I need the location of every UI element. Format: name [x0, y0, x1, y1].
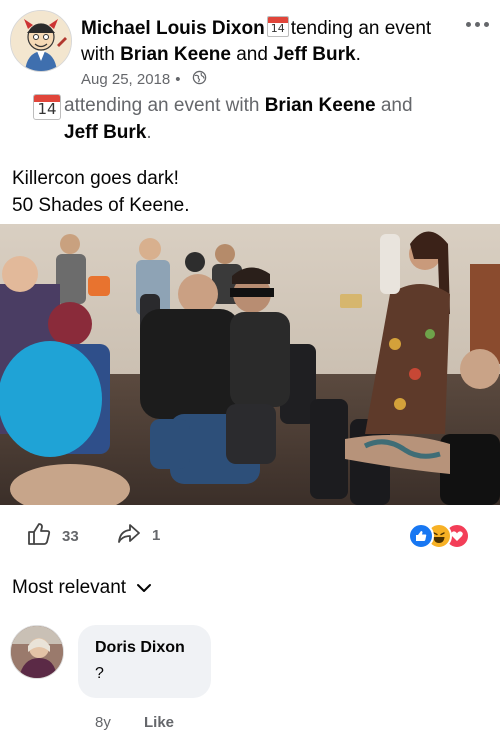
- meta-separator: •: [175, 71, 181, 88]
- event-period: .: [146, 122, 152, 143]
- header-and: and: [236, 44, 268, 65]
- comment-like-button[interactable]: Like: [144, 714, 174, 731]
- commenter-photo: [11, 626, 63, 678]
- commenter-name[interactable]: Doris Dixon: [95, 639, 185, 657]
- event-action: attending an event with: [64, 95, 260, 116]
- share-count: 1: [152, 527, 161, 544]
- event-and: and: [380, 95, 413, 116]
- post-meta: Aug 25, 2018 •: [81, 70, 207, 89]
- like-count: 33: [62, 528, 79, 545]
- share-icon: [116, 521, 142, 550]
- reactions-bar: 33 1: [0, 515, 500, 551]
- header-with: with: [81, 44, 115, 65]
- reaction-summary[interactable]: [408, 523, 470, 549]
- post-photo[interactable]: [0, 224, 500, 505]
- author-avatar[interactable]: [10, 10, 72, 72]
- author-name[interactable]: Michael Louis Dixon: [81, 18, 265, 39]
- dot-icon: [465, 21, 471, 27]
- comment-sort-dropdown[interactable]: Most relevant: [12, 577, 152, 599]
- header-period: .: [355, 44, 361, 65]
- caption-line: 50 Shades of Keene.: [12, 195, 190, 216]
- post-header-text: Michael Louis Dixon 14 tending an event wi…: [81, 16, 451, 68]
- post-date[interactable]: Aug 25, 2018: [81, 71, 170, 88]
- event-person-link[interactable]: Brian Keene: [265, 95, 376, 116]
- like-reaction-icon: [408, 523, 434, 549]
- commenter-avatar[interactable]: [10, 625, 64, 679]
- globe-icon: [192, 70, 207, 89]
- event-person-link[interactable]: Jeff Burk: [64, 122, 146, 143]
- caption-line: Killercon goes dark!: [12, 168, 179, 189]
- calendar-icon: 14: [266, 16, 289, 37]
- post-caption: Killercon goes dark! 50 Shades of Keene.: [12, 165, 189, 219]
- chevron-down-icon: [136, 577, 152, 599]
- more-options-button[interactable]: [462, 14, 492, 34]
- dot-icon: [483, 21, 489, 27]
- comment-text: ?: [95, 665, 104, 682]
- thumbs-up-icon: [26, 521, 52, 552]
- tagged-person-link[interactable]: Jeff Burk: [273, 44, 355, 65]
- post-header: Michael Louis Dixon 14 tending an event wi…: [0, 0, 500, 90]
- dot-icon: [474, 21, 480, 27]
- calendar-icon-large: 14: [33, 94, 61, 120]
- sort-label: Most relevant: [12, 577, 127, 598]
- tagged-person-link[interactable]: Brian Keene: [120, 44, 231, 65]
- comment-timestamp[interactable]: 8y: [95, 714, 111, 731]
- author-avatar-illustration: [11, 11, 71, 71]
- header-action: tending an event: [290, 18, 432, 39]
- comment-bubble[interactable]: Doris Dixon ?: [78, 625, 211, 698]
- like-button[interactable]: 33: [26, 521, 79, 552]
- event-photo-illustration: [0, 224, 500, 505]
- share-button[interactable]: 1: [116, 521, 160, 550]
